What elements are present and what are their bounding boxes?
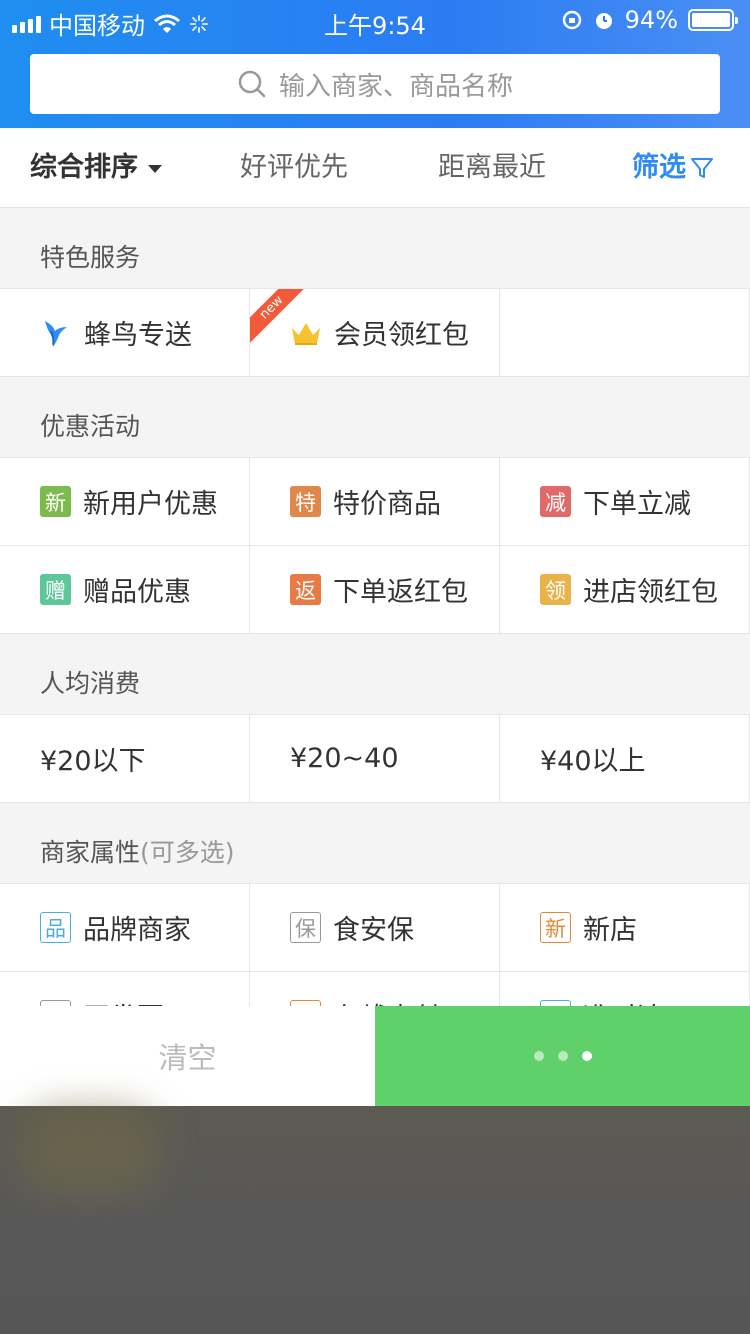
option-order-discount[interactable]: 减 下单立减 [500,458,750,545]
badge-claim-icon: 领 [540,574,571,605]
price-grid: ¥20以下 ¥20~40 ¥40以上 [0,714,750,803]
badge-newstore-icon: 新 [540,912,571,943]
search-input[interactable]: 输入商家、商品名称 [30,54,720,114]
option-label: 准时达 [583,996,664,1006]
badge-brand-icon: 品 [40,912,71,943]
empty-cell [500,289,750,376]
search-placeholder: 输入商家、商品名称 [278,71,513,102]
status-bar: 中国移动 上午9:54 94% [0,0,750,42]
option-label: 下单返红包 [333,577,468,608]
option-label: 特价商品 [333,489,441,520]
option-member-redpacket[interactable]: new 会员领红包 [250,289,500,376]
crown-icon [290,317,322,349]
section-title-attr-sub: (可多选) [140,838,235,867]
badge-discount-icon: 减 [540,486,571,517]
special-service-grid: 蜂鸟专送 new 会员领红包 [0,288,750,377]
header: 中国移动 上午9:54 94% 输入商家、商品名称 [0,0,750,128]
loading-dot-icon [557,1051,568,1061]
option-new-store[interactable]: 新 新店 [500,884,750,971]
option-store-redpacket[interactable]: 领 进店领红包 [500,546,750,633]
badge-gift-icon: 赠 [40,574,71,605]
sort-comprehensive-label: 综合排序 [30,152,138,183]
filter-panel: 特色服务 蜂鸟专送 new 会员领红包 优惠活动 新 新用户优惠 特 特价商品 … [0,208,750,1006]
battery-icon [688,9,738,31]
hummingbird-icon [40,317,72,349]
option-label: 开发票 [83,996,164,1006]
badge-new-icon: 新 [40,486,71,517]
option-order-redpacket[interactable]: 返 下单返红包 [250,546,500,633]
sort-bar: 综合排序 好评优先 距离最近 筛选 [0,128,750,208]
badge-special-icon: 特 [290,486,321,517]
option-online-pay[interactable]: 付 在线支付 [250,972,500,1006]
background-overlay[interactable] [0,1106,750,1334]
attr-grid: 品 品牌商家 保 食安保 新 新店 票 开发票 付 在线支付 准 [0,883,750,1006]
option-price-20-40[interactable]: ¥20~40 [250,715,500,802]
battery-percent: 94% [624,6,678,34]
sort-comprehensive[interactable]: 综合排序 [30,128,162,208]
filter-label: 筛选 [632,152,686,183]
promo-grid: 新 新用户优惠 特 特价商品 减 下单立减 赠 赠品优惠 返 下单返红包 领 进… [0,457,750,634]
section-title-attr: 商家属性(可多选) [0,803,750,883]
clear-button[interactable]: 清空 [0,1006,375,1106]
option-price-over-40[interactable]: ¥40以上 [500,715,750,802]
section-title-price: 人均消费 [40,669,141,698]
caret-down-icon [148,164,162,173]
option-food-safety[interactable]: 保 食安保 [250,884,500,971]
option-fengniao-delivery[interactable]: 蜂鸟专送 [0,289,250,376]
option-label: 新店 [583,915,637,946]
loading-dot-icon [581,1051,592,1061]
loading-dot-icon [533,1051,544,1061]
option-label: 进店领红包 [583,577,718,608]
option-label: 在线支付 [333,996,441,1006]
filter-button[interactable]: 筛选 [632,128,714,208]
rotation-lock-icon [562,10,581,30]
option-new-user[interactable]: 新 新用户优惠 [0,458,250,545]
search-icon [238,70,266,98]
section-title-special: 特色服务 [40,243,141,272]
section-title-attr-main: 商家属性 [40,838,141,867]
option-special-price[interactable]: 特 特价商品 [250,458,500,545]
sort-rating[interactable]: 好评优先 [240,128,348,208]
option-label: 食安保 [333,915,414,946]
funnel-icon [691,158,713,178]
option-label: 蜂鸟专送 [84,320,192,351]
option-brand[interactable]: 品 品牌商家 [0,884,250,971]
section-title-promo: 优惠活动 [40,412,141,441]
option-price-under-20[interactable]: ¥20以下 [0,715,250,802]
badge-safety-icon: 保 [290,912,321,943]
option-label: 品牌商家 [83,915,191,946]
option-on-time[interactable]: 准 准时达 [500,972,750,1006]
option-label: 赠品优惠 [83,577,191,608]
sort-distance[interactable]: 距离最近 [438,128,546,208]
option-gift[interactable]: 赠 赠品优惠 [0,546,250,633]
bottom-actions: 清空 [0,1006,750,1106]
alarm-icon [595,13,612,29]
option-label: 新用户优惠 [83,489,218,520]
badge-return-icon: 返 [290,574,321,605]
option-label: 下单立减 [583,489,691,520]
option-invoice[interactable]: 票 开发票 [0,972,250,1006]
option-label: 会员领红包 [334,320,469,351]
confirm-button[interactable] [375,1006,750,1106]
